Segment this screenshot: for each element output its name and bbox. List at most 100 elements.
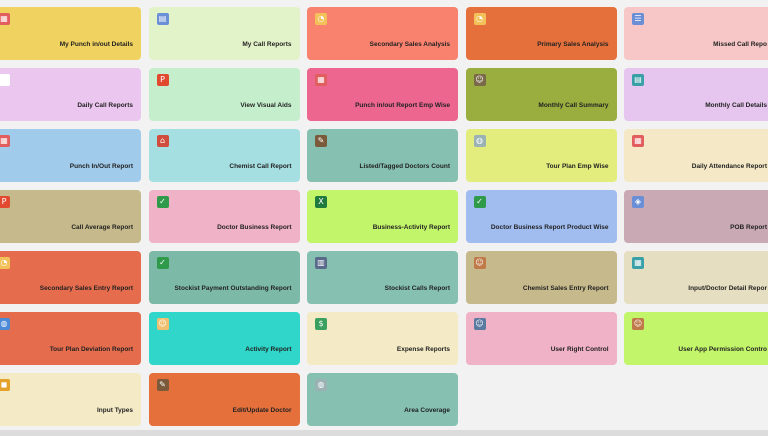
globe-icon: ◍: [315, 379, 327, 391]
chart-icon: ◔: [315, 13, 327, 25]
clipboard-icon: ✎: [156, 379, 169, 391]
report-tile[interactable]: P View Visual Aids: [148, 68, 300, 121]
report-tile[interactable]: ✎ Listed/Tagged Doctors Count: [307, 129, 458, 182]
report-tile[interactable]: ✓ Doctor Business Report Product Wise: [465, 190, 617, 243]
bag-icon: ◈: [632, 196, 644, 208]
pdf-icon: P: [0, 196, 10, 208]
report-tile[interactable]: ◈ POB Report: [624, 190, 768, 243]
report-tile-label: Expense Reports: [396, 346, 450, 353]
report-tile-label: Stockist Calls Report: [384, 285, 450, 292]
report-tile-label: Chemist Sales Entry Report: [522, 285, 609, 292]
report-tile[interactable]: ✓ Stockist Payment Outstanding Report: [148, 251, 300, 304]
check-icon: ✓: [473, 196, 486, 208]
store-icon: ⌂: [156, 135, 169, 147]
chat-icon: ▭: [0, 74, 10, 86]
report-tile[interactable]: P Call Average Report: [0, 190, 141, 243]
report-tile-label: Missed Call Repo: [713, 41, 767, 48]
document-icon: ▤: [156, 13, 169, 25]
report-tile-label: User App Permission Contro: [678, 346, 767, 353]
report-tile[interactable]: ▭ Daily Call Reports: [0, 68, 141, 121]
report-tile[interactable]: ◔ Secondary Sales Entry Report: [0, 251, 141, 304]
pdf-icon: P: [156, 74, 169, 86]
report-tile-label: Secondary Sales Analysis: [369, 41, 450, 48]
money-icon: $: [315, 318, 327, 330]
report-tile-grid: ▦ My Punch in/out Details ▤ My Call Reports…: [0, 7, 768, 429]
report-tile-label: Daily Call Reports: [77, 102, 133, 109]
report-tile-label: Activity Report: [245, 346, 292, 353]
check-icon: ✓: [156, 257, 169, 269]
report-tile-label: POB Report: [730, 224, 767, 231]
report-tile[interactable]: ▦ Input/Doctor Detail Repor: [624, 251, 768, 304]
clipboard-icon: ✎: [315, 135, 327, 147]
report-tile[interactable]: ◍ Area Coverage: [307, 373, 458, 426]
report-tile-label: Secondary Sales Entry Report: [39, 285, 133, 292]
calendar-icon: ▦: [0, 135, 10, 147]
report-tile-label: Monthly Call Summary: [538, 102, 609, 109]
list-icon: ☰: [632, 13, 644, 25]
check-icon: ✓: [156, 196, 169, 208]
calendar-icon: ▦: [315, 74, 327, 86]
report-tile[interactable]: ◼ Input Types: [0, 373, 141, 426]
report-tile[interactable]: ☺ Chemist Sales Entry Report: [465, 251, 617, 304]
calendar-icon: ▦: [0, 13, 10, 25]
chart-icon: ◔: [473, 13, 486, 25]
report-tile-label: My Punch in/out Details: [59, 41, 133, 48]
report-tile[interactable]: ▥ Stockist Calls Report: [307, 251, 458, 304]
database-icon: ▥: [315, 257, 327, 269]
report-tile-label: Chemist Call Report: [229, 163, 292, 170]
report-tile[interactable]: ◔ Primary Sales Analysis: [465, 7, 617, 60]
report-tile-label: Daily Attendance Report: [691, 163, 767, 170]
report-tile[interactable]: X Business-Activity Report: [307, 190, 458, 243]
report-tile-label: Primary Sales Analysis: [537, 41, 609, 48]
report-tile-label: Tour Plan Deviation Report: [49, 346, 133, 353]
report-tile-label: Listed/Tagged Doctors Count: [359, 163, 450, 170]
user-icon: ☺: [473, 74, 486, 86]
report-tile[interactable]: ☺ Activity Report: [148, 312, 300, 365]
report-tile[interactable]: ◔ Secondary Sales Analysis: [307, 7, 458, 60]
report-tile-label: Tour Plan Emp Wise: [546, 163, 609, 170]
user-icon: ☺: [473, 257, 486, 269]
globe-icon: ◍: [473, 135, 486, 147]
report-tile[interactable]: ☺ Monthly Call Summary: [465, 68, 617, 121]
report-tile-label: User Right Control: [550, 346, 609, 353]
report-tile[interactable]: ☰ Missed Call Repo: [624, 7, 768, 60]
bag-icon: ◼: [0, 379, 10, 391]
spreadsheet-icon: X: [315, 196, 327, 208]
report-tile-label: Call Average Report: [71, 224, 133, 231]
lock-person-icon: ☺: [632, 318, 644, 330]
report-tile-label: Punch in/out Report Emp Wise: [355, 102, 450, 109]
report-tile[interactable]: ▤ My Call Reports: [148, 7, 300, 60]
report-tile-label: View Visual Aids: [240, 102, 292, 109]
report-tile[interactable]: ▦ Daily Attendance Report: [624, 129, 768, 182]
report-tile-label: Area Coverage: [404, 407, 450, 414]
report-tile-label: Input/Doctor Detail Repor: [688, 285, 767, 292]
report-tile-label: Input Types: [97, 407, 133, 414]
report-tile-label: My Call Reports: [242, 41, 292, 48]
calendar-icon: ▦: [632, 135, 644, 147]
report-tile[interactable]: ▤ Monthly Call Details: [624, 68, 768, 121]
report-tile[interactable]: ✎ Edit/Update Doctor: [148, 373, 300, 426]
report-tile-label: Doctor Business Report Product Wise: [490, 224, 609, 231]
document-icon: ▤: [632, 74, 644, 86]
report-tile[interactable]: ▦ Punch in/out Report Emp Wise: [307, 68, 458, 121]
report-tile[interactable]: ☺ User App Permission Contro: [624, 312, 768, 365]
report-tile-label: Doctor Business Report: [217, 224, 292, 231]
report-tile[interactable]: ⌂ Chemist Call Report: [148, 129, 300, 182]
bottom-scrollbar: [0, 430, 768, 436]
report-tile[interactable]: ☺ User Right Control: [465, 312, 617, 365]
report-tile[interactable]: $ Expense Reports: [307, 312, 458, 365]
report-tile-label: Monthly Call Details: [705, 102, 767, 109]
report-tile-label: Stockist Payment Outstanding Report: [174, 285, 292, 292]
chart-icon: ◔: [0, 257, 10, 269]
report-tile[interactable]: ▦ Punch In/Out Report: [0, 129, 141, 182]
doctor-icon: ☺: [156, 318, 169, 330]
user-icon: ☺: [473, 318, 486, 330]
report-tile-label: Business-Activity Report: [372, 224, 450, 231]
globe-icon: ◍: [0, 318, 10, 330]
report-tile[interactable]: ◍ Tour Plan Deviation Report: [0, 312, 141, 365]
table-icon: ▦: [632, 257, 644, 269]
report-tile-label: Edit/Update Doctor: [232, 407, 292, 414]
report-tile[interactable]: ▦ My Punch in/out Details: [0, 7, 141, 60]
report-tile[interactable]: ✓ Doctor Business Report: [148, 190, 300, 243]
report-tile[interactable]: ◍ Tour Plan Emp Wise: [465, 129, 617, 182]
